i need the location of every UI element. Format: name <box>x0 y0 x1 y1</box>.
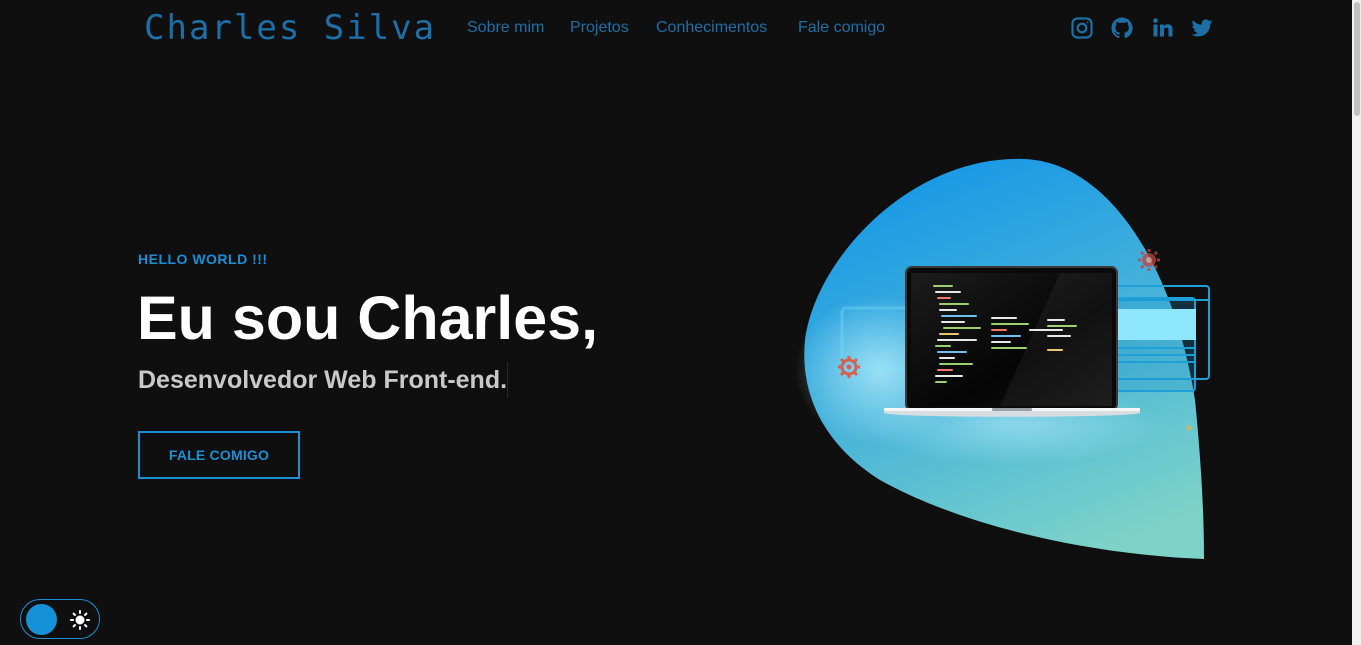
nav-link-sobre-mim[interactable]: Sobre mim <box>467 18 544 38</box>
instagram-icon[interactable] <box>1070 16 1094 40</box>
hero-eyebrow: HELLO WORLD !!! <box>138 251 268 267</box>
github-icon[interactable] <box>1110 16 1134 40</box>
theme-toggle[interactable] <box>20 599 100 639</box>
toggle-knob <box>26 604 57 635</box>
linkedin-icon[interactable] <box>1151 16 1175 40</box>
scrollbar[interactable] <box>1352 0 1361 645</box>
nav-link-conhecimentos[interactable]: Conhecimentos <box>656 18 767 38</box>
nav-link-fale-comigo[interactable]: Fale comigo <box>798 18 885 38</box>
typing-caret <box>507 362 508 398</box>
hero-title: Eu sou Charles, <box>137 284 599 352</box>
sun-icon <box>70 610 90 630</box>
contact-button[interactable]: FALE COMIGO <box>138 431 300 479</box>
laptop-illustration <box>884 266 1140 417</box>
gear-icon <box>838 356 860 378</box>
twitter-icon[interactable] <box>1190 16 1214 40</box>
hero-subtitle: Desenvolvedor Web Front-end. <box>138 366 508 394</box>
hero-illustration <box>795 158 1210 559</box>
nav-link-projetos[interactable]: Projetos <box>570 18 629 38</box>
scrollbar-thumb[interactable] <box>1354 2 1360 116</box>
logo[interactable]: Charles Silva <box>144 8 436 48</box>
